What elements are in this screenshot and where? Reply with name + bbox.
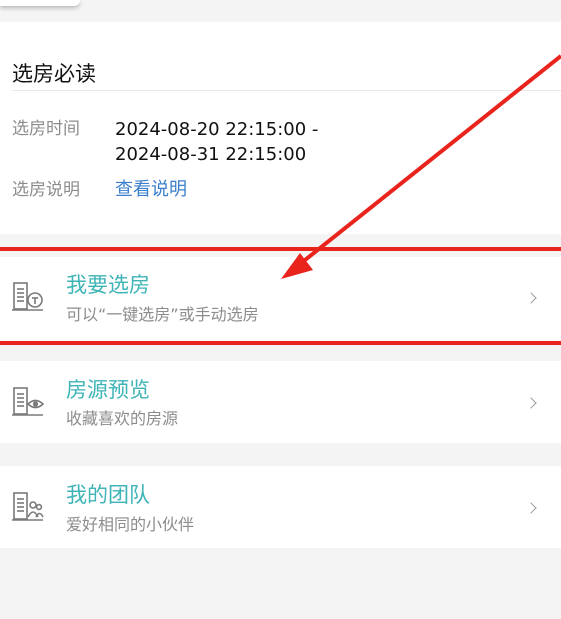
menu-item-my-team[interactable]: 我的团队 爱好相同的小伙伴 (0, 466, 561, 548)
building-key-icon (12, 282, 43, 311)
building-people-icon (12, 492, 44, 521)
menu-item-subtitle: 可以“一键选房”或手动选房 (66, 305, 259, 324)
menu-item-subtitle: 爱好相同的小伙伴 (66, 515, 195, 534)
top-tab-remnant (0, 0, 80, 6)
menu-item-choose-room[interactable]: 我要选房 可以“一键选房”或手动选房 (0, 257, 561, 341)
view-description-link[interactable]: 查看说明 (115, 177, 187, 202)
menu-item-room-preview[interactable]: 房源预览 收藏喜欢的房源 (0, 361, 561, 443)
building-eye-icon (12, 387, 45, 416)
menu-item-title: 我的团队 (66, 483, 150, 507)
notice-title: 选房必读 (12, 62, 96, 86)
notice-divider (12, 90, 561, 91)
chevron-right-icon (525, 397, 537, 409)
menu-item-subtitle: 收藏喜欢的房源 (66, 409, 179, 428)
chevron-right-icon (525, 292, 537, 304)
menu-item-title: 我要选房 (66, 273, 150, 297)
chevron-right-icon (525, 502, 537, 514)
notice-card: 选房必读 选房时间 2024-08-20 22:15:00 - 2024-08-… (0, 22, 561, 234)
selection-time-label: 选房时间 (12, 119, 80, 139)
menu-item-title: 房源预览 (66, 378, 150, 402)
selection-desc-label: 选房说明 (12, 180, 80, 200)
selection-time-value: 2024-08-20 22:15:00 - 2024-08-31 22:15:0… (115, 119, 319, 165)
